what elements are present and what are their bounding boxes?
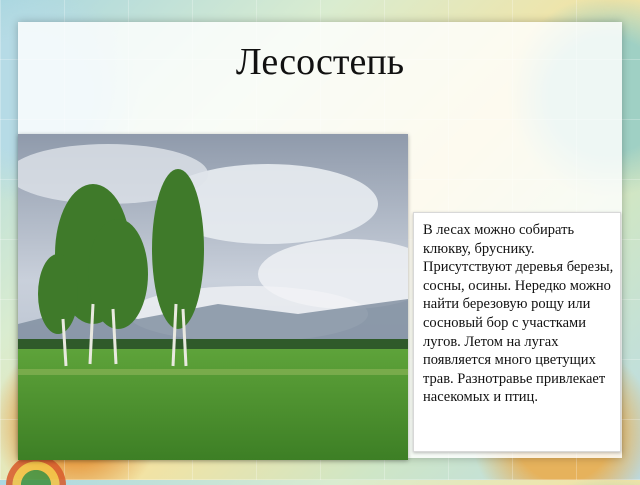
landscape-image <box>18 134 408 460</box>
description-textbox: В лесах можно собирать клюкву, бруснику.… <box>413 212 621 452</box>
slide-title: Лесостепь <box>235 41 405 83</box>
forest-steppe-photo <box>18 134 408 460</box>
